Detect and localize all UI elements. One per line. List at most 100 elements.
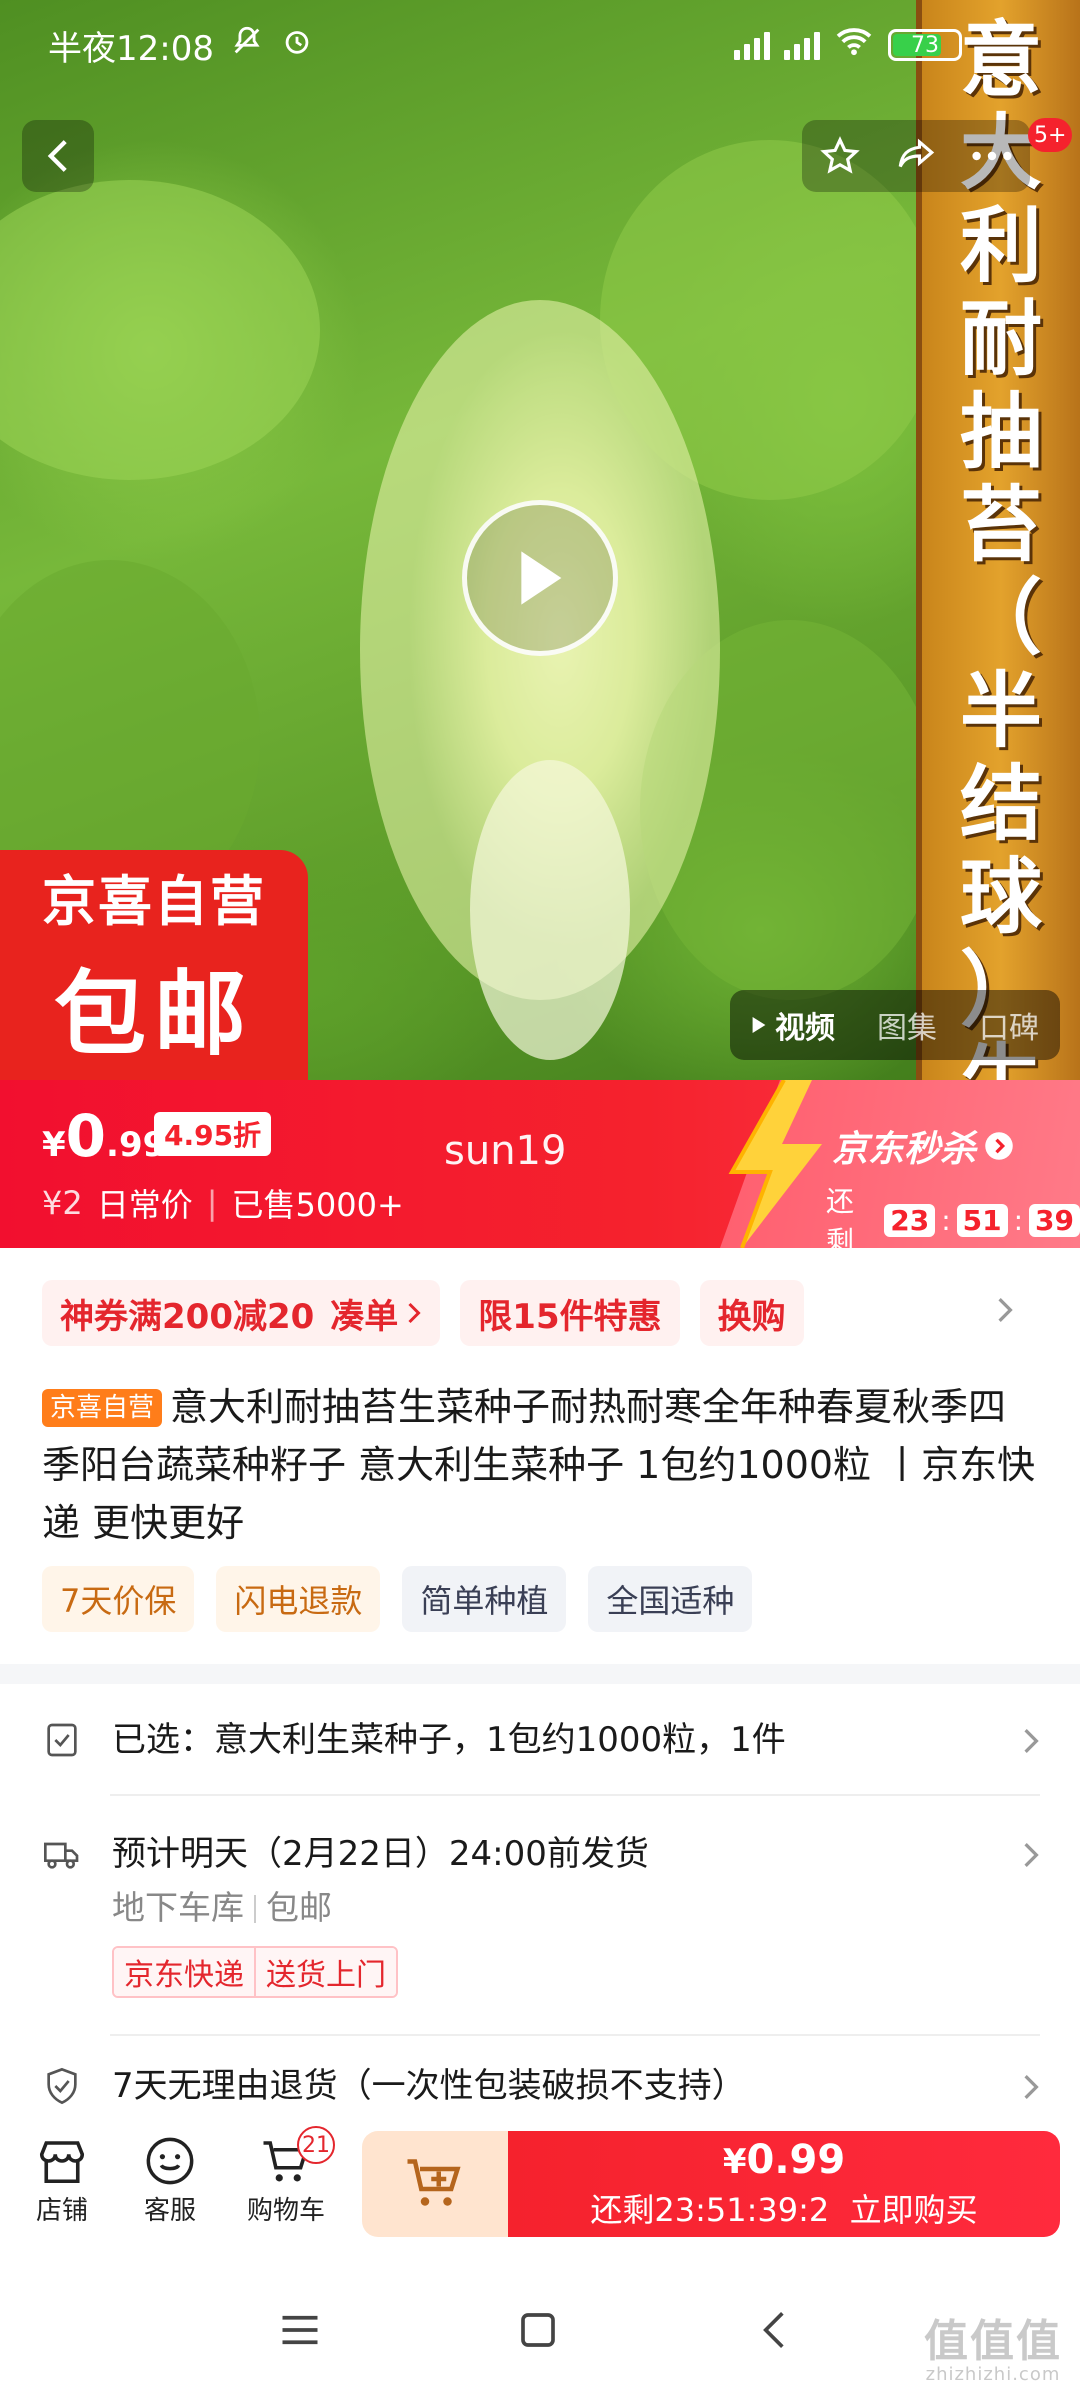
- vertical-title-char: 抽: [959, 385, 1042, 480]
- message-badge: 5+: [1028, 118, 1073, 152]
- status-time: 半夜12:08: [48, 28, 214, 69]
- cart-count-badge: 21: [297, 2126, 335, 2164]
- discount-badge: 4.95折: [154, 1112, 272, 1156]
- menu-icon: [282, 2315, 318, 2345]
- lettuce-leaf-decoration: [0, 180, 320, 480]
- chevron-right-icon: [1024, 1729, 1039, 1753]
- play-icon: [521, 551, 562, 605]
- row-divider: [110, 2034, 1040, 2036]
- customer-service-label: 客服: [143, 2196, 196, 2226]
- limited-offer-chip[interactable]: 限15件特惠: [460, 1280, 680, 1346]
- chevron-left-icon: [763, 2312, 784, 2348]
- buy-countdown-label: 还剩23:51:39:2 立即购买: [590, 2191, 978, 2229]
- home-nav-button[interactable]: [508, 2300, 568, 2360]
- cart-label: 购物车: [246, 2196, 325, 2226]
- lettuce-stem-decoration: [470, 760, 630, 1060]
- buy-now-button[interactable]: ¥0.99 还剩23:51:39:2 立即购买: [508, 2131, 1060, 2237]
- coupon-chip[interactable]: 神券满200减20 凑单: [42, 1280, 441, 1346]
- original-price-label: 日常价: [96, 1186, 193, 1224]
- chevron-left-icon: [47, 140, 67, 172]
- vertical-title-char: 耐: [959, 292, 1042, 387]
- mute-icon: [230, 24, 264, 67]
- coupon-strip: 神券满200减20 凑单 限15件特惠 换购: [42, 1280, 1042, 1346]
- checklist-icon: [47, 1723, 77, 1757]
- share-button[interactable]: [886, 126, 946, 186]
- vertical-title-char: （: [959, 571, 1042, 666]
- promo-line-free-shipping: 包邮: [53, 961, 254, 1068]
- site-watermark: 值值值 zhizhizhi.com: [924, 2316, 1062, 2386]
- shop-label: 店铺: [35, 2196, 88, 2226]
- seckill-title[interactable]: 京东秒杀: [832, 1120, 1014, 1172]
- selected-spec-text: 已选：意大利生菜种子，1包约1000粒，1件: [112, 1720, 786, 1760]
- self-operated-tag: 京喜自营: [42, 1389, 163, 1427]
- back-nav-button[interactable]: [744, 2300, 804, 2360]
- chevron-right-icon: [998, 1298, 1013, 1322]
- countdown-hours: 23: [884, 1203, 936, 1237]
- service-tags: 7天价保 闪电退款 简单种植 全国适种: [42, 1566, 753, 1632]
- signal-hd-icon: [784, 30, 820, 60]
- sold-count: 已售5000+: [231, 1186, 404, 1224]
- buy-price: ¥0.99: [722, 2137, 846, 2183]
- signal-icon: [734, 30, 770, 60]
- store-icon: [39, 2141, 85, 2184]
- return-policy-text: 7天无理由退货（一次性包装破损不支持）: [112, 2066, 746, 2106]
- product-image-gallery[interactable]: 半夜12:08 73 5+ 意大利耐抽 苔 （ 半 结 球 ） 京喜自营 包邮 …: [0, 0, 1080, 1080]
- row-divider: [110, 1794, 1040, 1796]
- coupon-action[interactable]: 凑单: [330, 1289, 398, 1338]
- tab-video[interactable]: 视频: [751, 1003, 835, 1047]
- selected-spec-row[interactable]: 已选：意大利生菜种子，1包约1000粒，1件: [42, 1716, 1040, 1764]
- cart-button[interactable]: 21 购物车: [236, 2126, 336, 2227]
- section-divider: [0, 1664, 1080, 1684]
- chevron-right-icon: [1024, 1843, 1039, 1867]
- vertical-title-char: 半: [959, 664, 1042, 759]
- delivery-estimate: 预计明天（2月22日）24:00前发货: [112, 1834, 649, 1874]
- chat-smile-icon: [146, 2137, 194, 2185]
- shop-button[interactable]: 店铺: [12, 2132, 112, 2227]
- tab-gallery[interactable]: 图集: [877, 1003, 937, 1047]
- more-dots-icon: [972, 151, 1012, 161]
- share-icon: [898, 138, 935, 168]
- countdown-minutes: 51: [956, 1203, 1008, 1237]
- status-bar: 半夜12:08 73: [0, 0, 1080, 90]
- service-tag-easy-plant[interactable]: 简单种植: [402, 1566, 567, 1632]
- return-policy-row[interactable]: 7天无理由退货（一次性包装破损不支持）: [42, 2062, 1040, 2110]
- express-tag: 京东快递 送货上门: [112, 1946, 398, 1998]
- chevron-right-icon: [1024, 2075, 1039, 2099]
- service-tag-fast-refund[interactable]: 闪电退款: [216, 1566, 381, 1632]
- more-button[interactable]: [962, 126, 1022, 186]
- battery-icon: 73: [888, 29, 962, 61]
- media-tabs: 视频 图集 口碑: [730, 990, 1060, 1060]
- delivery-row[interactable]: 预计明天（2月22日）24:00前发货 地下车库 包邮 京东快递 送货上门: [42, 1830, 1040, 1998]
- shield-check-icon: [47, 2067, 77, 2105]
- separator: |: [206, 1184, 218, 1222]
- vertical-title-char: 苔: [959, 478, 1042, 573]
- promo-badge: 京喜自营 包邮: [0, 850, 308, 1080]
- vertical-title-char: 球: [959, 850, 1042, 945]
- promo-line-self-operated: 京喜自营: [42, 870, 266, 933]
- tab-reviews[interactable]: 口碑: [979, 1003, 1039, 1047]
- alarm-icon: [280, 24, 314, 67]
- back-button[interactable]: [22, 120, 94, 192]
- favorite-button[interactable]: [810, 126, 870, 186]
- service-tag-nationwide[interactable]: 全国适种: [588, 1566, 753, 1632]
- vertical-title-char: 结: [959, 757, 1042, 852]
- seckill-countdown: 还剩 23: 51: 39: [826, 1180, 1080, 1248]
- customer-service-button[interactable]: 客服: [120, 2132, 220, 2227]
- original-price: ¥2: [42, 1184, 83, 1222]
- chevron-right-circle-icon: [985, 1132, 1013, 1160]
- add-to-cart-button[interactable]: [362, 2131, 508, 2237]
- play-video-button[interactable]: [462, 500, 618, 656]
- coupon-more-button[interactable]: [996, 1294, 1014, 1334]
- menu-nav-button[interactable]: [270, 2300, 330, 2360]
- wifi-icon: [834, 25, 874, 66]
- lightning-icon: [728, 1080, 822, 1248]
- exchange-chip[interactable]: 换购: [699, 1280, 804, 1346]
- delivery-location: 地下车库 包邮: [112, 1888, 332, 1927]
- play-small-icon: [752, 1017, 766, 1033]
- current-price: ¥0.99: [42, 1102, 167, 1170]
- product-title-text: 意大利耐抽苔生菜种子耐热耐寒全年种春夏秋季四季阳台蔬菜种籽子 意大利生菜种子 1…: [42, 1385, 1036, 1545]
- top-action-group: [802, 120, 1030, 192]
- service-tag-price-protect[interactable]: 7天价保: [42, 1566, 195, 1632]
- price-subline: ¥2 日常价 | 已售5000+: [42, 1180, 404, 1226]
- product-title: 京喜自营 意大利耐抽苔生菜种子耐热耐寒全年种春夏秋季四季阳台蔬菜种籽子 意大利生菜…: [42, 1378, 1042, 1552]
